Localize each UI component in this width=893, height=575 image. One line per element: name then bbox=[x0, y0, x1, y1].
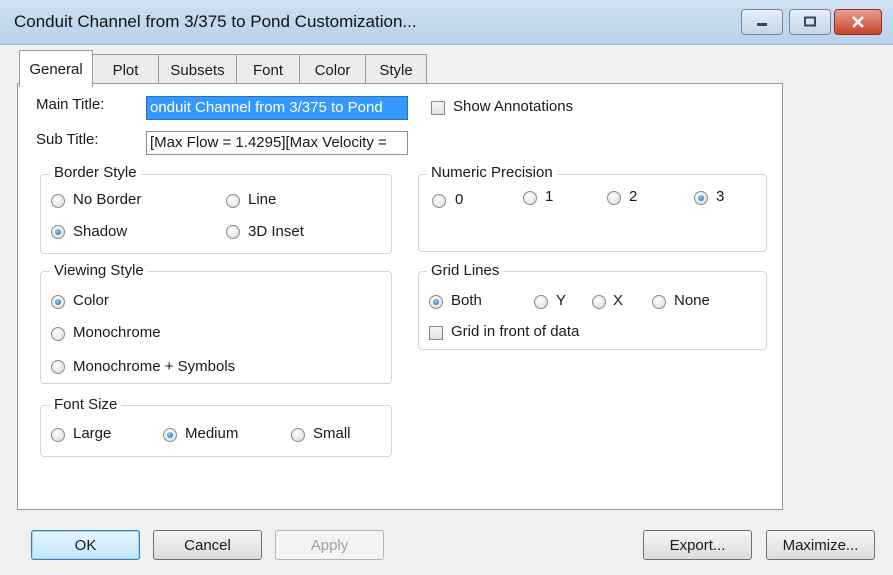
font-large-label: Large bbox=[73, 425, 112, 442]
close-icon bbox=[852, 16, 864, 28]
precision-1-label: 1 bbox=[545, 188, 554, 205]
radio-color[interactable] bbox=[51, 295, 65, 309]
radio-monochrome-symbols[interactable] bbox=[51, 360, 65, 374]
radio-precision-0[interactable] bbox=[432, 194, 446, 208]
color-label: Color bbox=[73, 292, 109, 309]
export-button[interactable]: Export... bbox=[643, 530, 752, 560]
show-annotations-checkbox[interactable] bbox=[431, 101, 445, 115]
maximize-dialog-button[interactable]: Maximize... bbox=[766, 530, 875, 560]
radio-3d-inset[interactable] bbox=[226, 225, 240, 239]
grid-in-front-checkbox[interactable] bbox=[429, 326, 443, 340]
show-annotations-label: Show Annotations bbox=[453, 98, 574, 115]
border-style-title: Border Style bbox=[50, 164, 141, 181]
radio-font-small[interactable] bbox=[291, 428, 305, 442]
radio-grid-none[interactable] bbox=[652, 295, 666, 309]
grid-none-label: None bbox=[674, 292, 710, 309]
font-size-title: Font Size bbox=[50, 396, 122, 413]
shadow-label: Shadow bbox=[73, 223, 128, 240]
radio-grid-both[interactable] bbox=[429, 295, 443, 309]
radio-precision-2[interactable] bbox=[607, 191, 621, 205]
tab-plot[interactable]: Plot bbox=[92, 54, 159, 85]
numeric-precision-title: Numeric Precision bbox=[427, 164, 557, 181]
font-medium-label: Medium bbox=[185, 425, 239, 442]
radio-precision-1[interactable] bbox=[523, 191, 537, 205]
3d-inset-label: 3D Inset bbox=[248, 223, 304, 240]
radio-shadow[interactable] bbox=[51, 225, 65, 239]
monochrome-label: Monochrome bbox=[73, 324, 161, 341]
ok-button[interactable]: OK bbox=[31, 530, 140, 560]
apply-button[interactable]: Apply bbox=[275, 530, 384, 560]
sub-title-input[interactable]: [Max Flow = 1.4295][Max Velocity = bbox=[146, 131, 408, 155]
tab-general[interactable]: General bbox=[19, 50, 93, 87]
cancel-button[interactable]: Cancel bbox=[153, 530, 262, 560]
minimize-button[interactable] bbox=[741, 9, 783, 35]
grid-x-label: X bbox=[613, 292, 624, 309]
line-label: Line bbox=[248, 191, 277, 208]
grid-both-label: Both bbox=[451, 292, 482, 309]
no-border-label: No Border bbox=[73, 191, 142, 208]
precision-0-label: 0 bbox=[455, 191, 464, 208]
numeric-precision-group bbox=[418, 174, 767, 252]
radio-precision-3[interactable] bbox=[694, 191, 708, 205]
radio-line[interactable] bbox=[226, 194, 240, 208]
tab-color[interactable]: Color bbox=[299, 54, 366, 85]
precision-2-label: 2 bbox=[629, 188, 638, 205]
border-style-group bbox=[40, 174, 392, 254]
minimize-icon bbox=[757, 23, 767, 26]
monochrome-symbols-label: Monochrome + Symbols bbox=[73, 358, 236, 375]
precision-3-label: 3 bbox=[716, 188, 725, 205]
main-title-input[interactable]: onduit Channel from 3/375 to Pond bbox=[146, 96, 408, 120]
tab-style[interactable]: Style bbox=[365, 54, 427, 85]
main-title-label: Main Title: bbox=[36, 96, 105, 113]
tab-font[interactable]: Font bbox=[236, 54, 300, 85]
window-title: Conduit Channel from 3/375 to Pond Custo… bbox=[14, 12, 417, 31]
radio-grid-y[interactable] bbox=[534, 295, 548, 309]
sub-title-label: Sub Title: bbox=[36, 131, 99, 148]
radio-font-large[interactable] bbox=[51, 428, 65, 442]
close-button[interactable] bbox=[834, 9, 882, 35]
viewing-style-title: Viewing Style bbox=[50, 262, 148, 279]
grid-lines-title: Grid Lines bbox=[427, 262, 504, 279]
grid-in-front-label: Grid in front of data bbox=[451, 323, 580, 340]
grid-y-label: Y bbox=[556, 292, 567, 309]
radio-no-border[interactable] bbox=[51, 194, 65, 208]
tab-subsets[interactable]: Subsets bbox=[158, 54, 237, 85]
maximize-icon bbox=[804, 16, 816, 27]
maximize-button[interactable] bbox=[789, 9, 831, 35]
radio-grid-x[interactable] bbox=[592, 295, 606, 309]
font-small-label: Small bbox=[313, 425, 351, 442]
radio-monochrome[interactable] bbox=[51, 327, 65, 341]
radio-font-medium[interactable] bbox=[163, 428, 177, 442]
